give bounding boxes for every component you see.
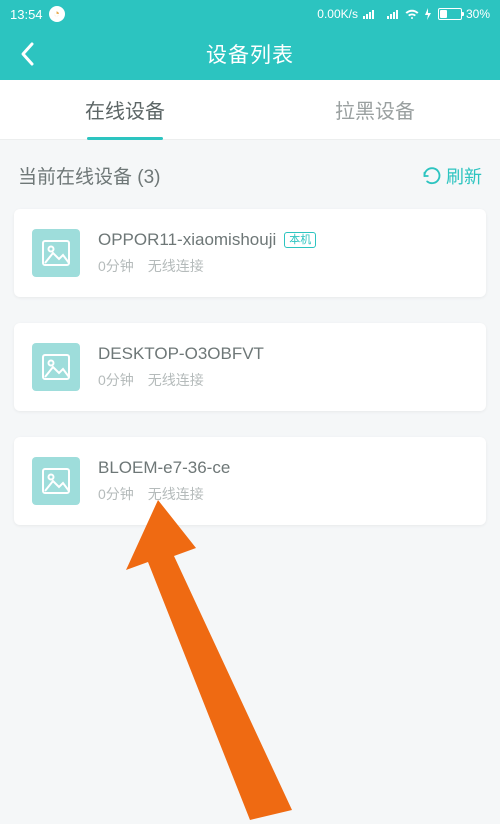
statusbar-left: 13:54 ◔ (10, 6, 65, 22)
device-body: BLOEM-e7-36-ce 0分钟无线连接 (98, 458, 468, 504)
image-icon (41, 353, 71, 381)
tab-online[interactable]: 在线设备 (0, 80, 250, 139)
refresh-icon (422, 166, 442, 186)
device-conn: 无线连接 (148, 372, 204, 388)
netspeed: 0.00K/s (317, 7, 358, 21)
back-button[interactable] (8, 28, 48, 80)
tab-label: 拉黑设备 (335, 95, 415, 124)
wifi-icon (404, 8, 420, 20)
battery-percent: 30% (466, 7, 490, 21)
device-thumb (32, 457, 80, 505)
device-card[interactable]: DESKTOP-O3OBFVT 0分钟无线连接 (14, 323, 486, 411)
page-title: 设备列表 (206, 39, 294, 69)
device-thumb (32, 229, 80, 277)
clock: 13:54 (10, 7, 43, 22)
device-body: OPPOR11-xiaomishouji 本机 0分钟无线连接 (98, 230, 468, 276)
image-icon (41, 239, 71, 267)
device-name: BLOEM-e7-36-ce (98, 458, 230, 478)
battery-icon (438, 8, 462, 20)
bolt-icon (424, 8, 432, 20)
chevron-left-icon (18, 41, 38, 67)
status-bar: 13:54 ◔ 0.00K/s 30% (0, 0, 500, 28)
image-icon (41, 467, 71, 495)
section-header: 当前在线设备 (3) 刷新 (0, 140, 500, 201)
device-duration: 0分钟 (98, 486, 134, 502)
device-thumb (32, 343, 80, 391)
tab-label: 在线设备 (85, 95, 165, 124)
signal-icon (386, 8, 400, 20)
tabs: 在线设备 拉黑设备 (0, 80, 500, 140)
device-list: OPPOR11-xiaomishouji 本机 0分钟无线连接 DESKTOP-… (0, 201, 500, 525)
refresh-button[interactable]: 刷新 (422, 163, 482, 189)
device-body: DESKTOP-O3OBFVT 0分钟无线连接 (98, 344, 468, 390)
statusbar-app-icon: ◔ (49, 6, 65, 22)
device-name: OPPOR11-xiaomishouji (98, 230, 276, 250)
title-bar: 设备列表 (0, 28, 500, 80)
refresh-label: 刷新 (446, 163, 482, 189)
device-tag: 本机 (284, 232, 316, 248)
section-title: 当前在线设备 (3) (18, 162, 161, 189)
signal-hd-icon (362, 8, 382, 20)
device-conn: 无线连接 (148, 486, 204, 502)
device-conn: 无线连接 (148, 258, 204, 274)
device-card[interactable]: BLOEM-e7-36-ce 0分钟无线连接 (14, 437, 486, 525)
device-duration: 0分钟 (98, 372, 134, 388)
tab-blacklist[interactable]: 拉黑设备 (250, 80, 500, 139)
statusbar-right: 0.00K/s 30% (317, 7, 490, 21)
device-duration: 0分钟 (98, 258, 134, 274)
device-name: DESKTOP-O3OBFVT (98, 344, 264, 364)
device-card[interactable]: OPPOR11-xiaomishouji 本机 0分钟无线连接 (14, 209, 486, 297)
